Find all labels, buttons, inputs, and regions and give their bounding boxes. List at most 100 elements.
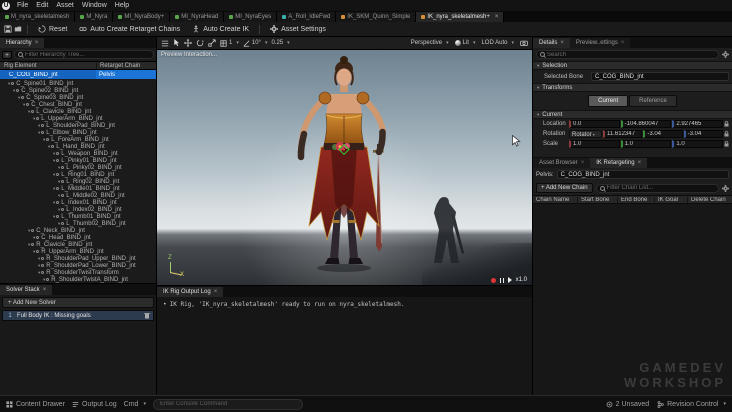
bone-row[interactable]: L_Index01_BIND_jnt	[0, 199, 156, 206]
bone-row[interactable]: C_Spine01_BIND_jnt	[0, 80, 156, 87]
bone-row[interactable]: L_ShoulderPad_BIND_jnt	[0, 122, 156, 129]
bone-row[interactable]: L_Clavicle_BIND_jnt	[0, 108, 156, 115]
bone-row[interactable]: L_Pinky02_BIND_jnt	[0, 164, 156, 171]
asset-tab[interactable]: IK_nyra_skeletalmesh+	[416, 12, 505, 22]
add-new-solver-button[interactable]: + Add New Solver	[2, 297, 154, 308]
asset-tab[interactable]: M_Nyra	[75, 12, 114, 22]
asset-tab[interactable]: MI_NyraBody+	[113, 12, 171, 22]
reset-button[interactable]: Reset	[33, 23, 72, 35]
viewport-options-icon[interactable]	[161, 40, 169, 47]
bone-row[interactable]: R_ShoulderPad_Upper_BIND_jnt	[0, 255, 156, 262]
rotation-z-field[interactable]: -3.04	[683, 130, 723, 138]
bone-row[interactable]: L_UpperArm_BIND_jnt	[0, 115, 156, 122]
perspective-dropdown[interactable]: Perspective	[411, 40, 449, 46]
viewport-3d[interactable]: Preview Interaction... Z X x1.0	[157, 50, 532, 285]
menu-item[interactable]: Window	[78, 2, 111, 9]
screenshot-icon[interactable]	[520, 40, 528, 46]
select-tool-icon[interactable]	[173, 39, 180, 47]
current-section-header[interactable]: Current	[533, 110, 732, 119]
tab-asset-browser[interactable]: Asset Browser	[533, 158, 591, 168]
bone-row[interactable]: L_ForeArm_BIND_jnt	[0, 136, 156, 143]
content-drawer-button[interactable]: Content Drawer	[6, 401, 65, 408]
selection-section-header[interactable]: Selection	[533, 61, 732, 70]
rotation-type-dropdown[interactable]: Rotator	[569, 130, 602, 138]
bone-row[interactable]: L_Pinky01_BIND_jnt	[0, 157, 156, 164]
rotate-tool-icon[interactable]	[196, 39, 204, 47]
tab-hierarchy[interactable]: Hierarchy	[0, 38, 45, 48]
reference-mode-button[interactable]: Reference	[629, 95, 677, 107]
bone-row[interactable]: C_Head_BIND_jnt	[0, 234, 156, 241]
transforms-section-header[interactable]: Transforms	[533, 83, 732, 92]
bone-row[interactable]: L_Weapon_BIND_jnt	[0, 150, 156, 157]
bone-row[interactable]: C_Spine02_BIND_jnt	[0, 87, 156, 94]
scale-x-field[interactable]: 1.0	[569, 140, 620, 148]
bone-row[interactable]: R_Clavicle_BIND_jnt	[0, 241, 156, 248]
playback-speed-label[interactable]: x1.0	[516, 277, 527, 283]
unsaved-indicator[interactable]: 2 Unsaved	[606, 401, 649, 408]
pelvis-bone-value[interactable]: C_COG_BIND_jnt	[556, 170, 729, 179]
location-x-field[interactable]: 0.0	[569, 120, 620, 128]
menu-item[interactable]: Asset	[52, 2, 78, 9]
bone-row[interactable]: R_UpperArm_BIND_jnt	[0, 248, 156, 255]
chain-column-header[interactable]: Start Bone	[577, 196, 617, 203]
view-mode-dropdown[interactable]: Lit	[454, 40, 476, 46]
record-icon[interactable]	[490, 277, 496, 283]
menu-item[interactable]: Edit	[32, 2, 52, 9]
bone-row[interactable]: R_ShoulderPad_Lower_BIND_jnt	[0, 262, 156, 269]
current-mode-button[interactable]: Current	[588, 95, 629, 107]
move-tool-icon[interactable]	[184, 39, 192, 47]
lock-icon[interactable]	[724, 141, 729, 147]
auto-create-retarget-chains-button[interactable]: Auto Create Retarget Chains	[74, 23, 185, 35]
rotation-x-field[interactable]: 11.612347	[603, 130, 643, 138]
menu-item[interactable]: Help	[111, 2, 133, 9]
bone-row[interactable]: L_Index02_BIND_jnt	[0, 206, 156, 213]
details-settings-icon[interactable]	[722, 51, 729, 58]
solver-item[interactable]: 1 Full Body IK : Missing goals	[2, 310, 154, 321]
rotation-snap-toggle[interactable]: 10°	[243, 40, 268, 47]
save-icon[interactable]	[4, 25, 12, 33]
bone-row[interactable]: L_Ring02_BIND_jnt	[0, 178, 156, 185]
bone-row[interactable]: L_Middle02_BIND_jnt	[0, 192, 156, 199]
grid-snap-toggle[interactable]: 1	[220, 39, 239, 47]
selected-bone-value[interactable]: C_COG_BIND_jnt	[591, 72, 729, 81]
bone-row[interactable]: C_Spine03_BIND_jnt	[0, 94, 156, 101]
chain-column-header[interactable]: End Bone	[617, 196, 654, 203]
chain-column-header[interactable]: Chain Name	[533, 197, 577, 203]
bone-row[interactable]: C_Chest_BIND_jnt	[0, 101, 156, 108]
delete-solver-icon[interactable]	[144, 312, 150, 319]
pause-icon[interactable]	[499, 277, 504, 283]
tab-details[interactable]: Details	[533, 38, 570, 48]
play-icon[interactable]	[507, 277, 512, 283]
bone-row[interactable]: L_Thumb01_BIND_jnt	[0, 213, 156, 220]
retarget-root-row[interactable]: C_COG_BIND_jnt Pelvis	[0, 70, 156, 79]
details-search-box[interactable]	[536, 50, 719, 59]
scale-y-field[interactable]: 1.0	[620, 140, 672, 148]
tab-preview-settings[interactable]: Preview..ettings	[569, 38, 631, 48]
unreal-logo-icon[interactable]: U	[2, 1, 10, 10]
details-search-input[interactable]	[547, 51, 715, 58]
location-z-field[interactable]: 2.927465	[672, 120, 724, 128]
lock-icon[interactable]	[724, 121, 729, 127]
lod-dropdown[interactable]: LOD Auto	[481, 40, 514, 46]
hierarchy-filter-box[interactable]	[14, 50, 154, 59]
character-nyra[interactable]	[269, 54, 419, 279]
tab-ik-rig-output-log[interactable]: IK Rig Output Log	[157, 287, 224, 297]
chain-column-header[interactable]: IK Goal	[654, 196, 687, 203]
tab-ik-retargeting[interactable]: IK Retargeting	[590, 158, 648, 168]
rotation-y-field[interactable]: -3.04	[643, 130, 683, 138]
browse-to-asset-icon[interactable]	[14, 25, 22, 33]
cmd-dropdown[interactable]: Cmd	[124, 401, 146, 408]
chain-filter-box[interactable]	[595, 183, 719, 193]
scale-z-field[interactable]: 1.0	[672, 140, 724, 148]
add-new-chain-button[interactable]: + Add New Chain	[536, 183, 593, 193]
revision-control-button[interactable]: Revision Control	[657, 401, 726, 408]
menu-item[interactable]: File	[13, 2, 32, 9]
bone-row[interactable]: C_Neck_BIND_jnt	[0, 227, 156, 234]
asset-tab[interactable]: MI_NyraEyes	[224, 12, 278, 22]
location-y-field[interactable]: -104.860047	[620, 120, 672, 128]
chain-filter-input[interactable]	[606, 185, 715, 191]
asset-tab[interactable]: A_Roll_IdleFwd	[277, 12, 337, 22]
asset-tab[interactable]: MI_NyraHead	[170, 12, 225, 22]
bone-row[interactable]: L_Middle01_BIND_jnt	[0, 185, 156, 192]
bone-row[interactable]: L_Elbow_BIND_jnt	[0, 129, 156, 136]
